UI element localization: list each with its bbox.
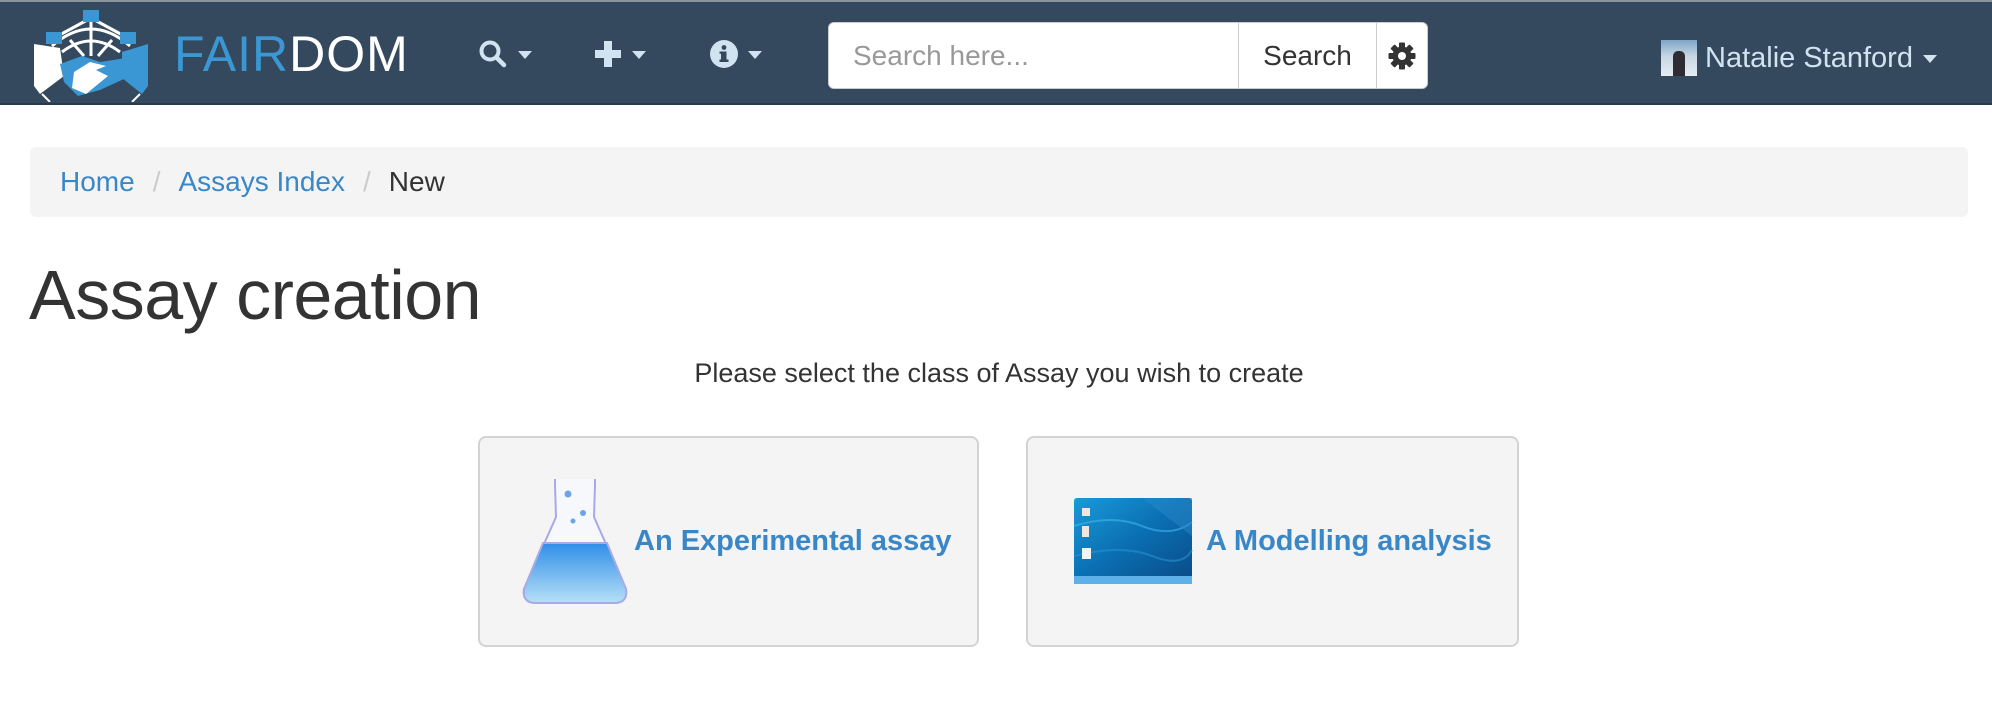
experimental-assay-option[interactable]: An Experimental assay — [478, 436, 979, 647]
fairdom-logo-icon — [34, 10, 148, 102]
breadcrumb-separator: / — [152, 166, 161, 197]
brand-fair: FAIR — [174, 26, 290, 82]
breadcrumb-home[interactable]: Home — [60, 166, 135, 198]
chevron-down-icon — [518, 51, 532, 59]
search-input[interactable] — [829, 23, 1238, 88]
search-settings-button[interactable] — [1376, 23, 1427, 88]
breadcrumb: Home / Assays Index / New — [30, 147, 1968, 217]
breadcrumb-separator: / — [363, 166, 371, 197]
info-icon — [710, 40, 738, 68]
experimental-assay-label: An Experimental assay — [634, 525, 952, 557]
create-menu-dropdown[interactable] — [594, 32, 646, 76]
breadcrumb-current: New — [388, 166, 445, 197]
chevron-down-icon — [1922, 55, 1937, 63]
search-menu-dropdown[interactable] — [478, 32, 532, 76]
modelling-window-icon — [1073, 497, 1193, 584]
flask-icon — [522, 478, 628, 604]
brand-home-link[interactable]: FAIRDOM — [30, 6, 409, 102]
page-title: Assay creation — [29, 256, 482, 334]
search-button[interactable]: Search — [1238, 23, 1376, 88]
brand-dom: DOM — [289, 26, 409, 82]
search-icon — [479, 40, 507, 68]
modelling-analysis-label: A Modelling analysis — [1206, 525, 1492, 557]
user-avatar — [1661, 40, 1697, 76]
chevron-down-icon — [632, 51, 646, 59]
top-navbar: FAIRDOM Search here... Search Natalie St… — [0, 0, 1992, 105]
breadcrumb-assays-index[interactable]: Assays Index — [178, 166, 345, 198]
page-instructions: Please select the class of Assay you wis… — [694, 358, 1304, 388]
plus-icon — [595, 41, 621, 67]
gear-icon — [1388, 42, 1416, 69]
brand-wordmark: FAIRDOM — [174, 25, 409, 83]
search-form: Search — [828, 22, 1428, 89]
user-name: Natalie Stanford — [1705, 41, 1913, 74]
modelling-analysis-option[interactable]: A Modelling analysis — [1026, 436, 1519, 647]
chevron-down-icon — [748, 51, 762, 59]
user-menu-dropdown[interactable]: Natalie Stanford — [1661, 38, 1937, 78]
help-menu-dropdown[interactable] — [710, 32, 762, 76]
